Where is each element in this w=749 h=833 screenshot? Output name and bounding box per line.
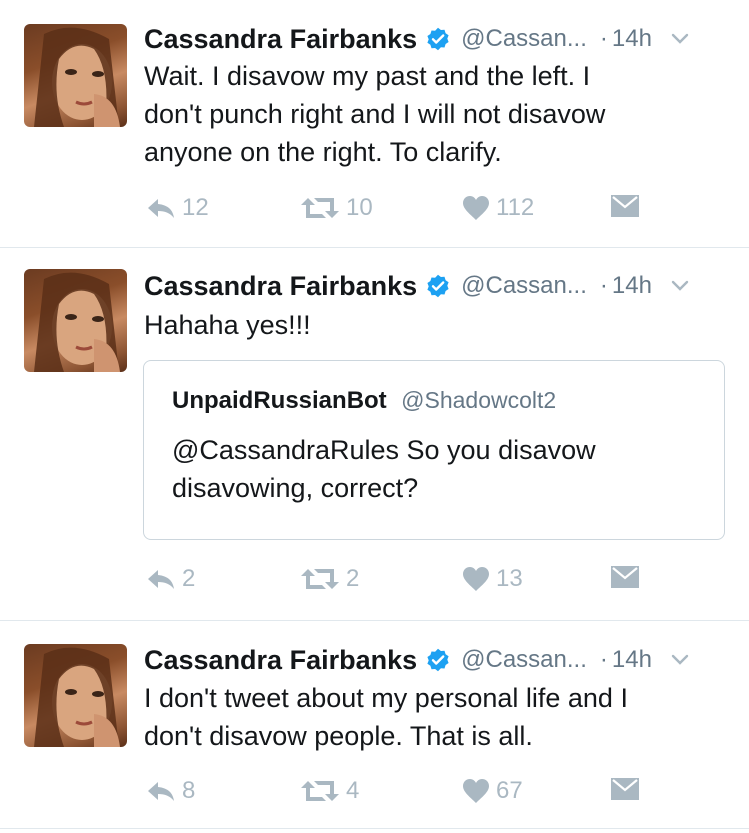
timestamp[interactable]: 14h [612,646,652,674]
dm-button[interactable] [610,777,640,801]
like-button[interactable]: 67 [462,777,523,805]
retweet-icon [301,569,339,589]
reply-count: 12 [182,194,209,221]
like-button[interactable]: 13 [462,565,523,593]
tweet[interactable]: Cassandra Fairbanks @Cassan... · 14h Wai… [0,0,749,248]
retweet-icon [301,198,339,218]
separator-dot: · [599,646,608,673]
chevron-down-icon[interactable] [671,33,689,45]
like-count: 67 [496,777,523,804]
reply-count: 2 [182,565,196,592]
quoted-text-line: disavowing, correct? [172,473,419,503]
tweet-actions: 2 2 13 [146,565,666,595]
tweet-header: Cassandra Fairbanks @Cassan... · 14h [144,22,729,56]
chevron-down-icon[interactable] [671,654,689,666]
author-handle[interactable]: @Cassan... [461,25,587,53]
quoted-tweet-header: UnpaidRussianBot @Shadowcolt2 [172,387,556,415]
retweet-count: 2 [346,565,360,592]
verified-badge-icon [427,648,449,672]
verified-badge-icon [427,274,449,298]
separator-dot: · [599,272,608,299]
author-handle[interactable]: @Cassan... [461,272,587,300]
timestamp[interactable]: 14h [612,272,652,300]
reply-count: 8 [182,777,196,804]
quoted-text-line: @CassandraRules So you disavow [172,435,596,465]
tweet-text-line: Hahaha yes!!! [144,310,311,340]
envelope-icon [611,778,639,800]
tweet-text: Hahaha yes!!! [144,306,729,344]
author-name[interactable]: Cassandra Fairbanks [144,271,417,302]
envelope-icon [611,566,639,588]
reply-button[interactable]: 12 [146,194,209,222]
reply-button[interactable]: 2 [146,565,195,593]
avatar[interactable] [24,24,127,127]
tweet-text: I don't tweet about my personal life and… [144,679,729,755]
reply-icon [148,570,174,589]
retweet-icon [301,781,339,801]
verified-badge-icon [427,27,449,51]
retweet-button[interactable]: 4 [300,777,359,805]
quoted-tweet-text: @CassandraRules So you disavow disavowin… [172,431,692,507]
tweet-text: Wait. I disavow my past and the left. I … [144,57,729,171]
dm-button[interactable] [610,194,640,218]
tweet-text-line: anyone on the right. To clarify. [144,137,502,167]
quoted-author-name: UnpaidRussianBot [172,387,387,414]
retweet-count: 4 [346,777,360,804]
tweet-actions: 12 10 112 [146,194,666,224]
tweet-header: Cassandra Fairbanks @Cassan... · 14h [144,269,729,303]
quoted-author-handle: @Shadowcolt2 [401,387,557,413]
envelope-icon [611,195,639,217]
tweet-text-line: Wait. I disavow my past and the left. I [144,61,591,91]
avatar[interactable] [24,644,127,747]
author-name[interactable]: Cassandra Fairbanks [144,24,417,55]
reply-icon [148,782,174,801]
heart-icon [463,779,489,803]
tweet-text-line: don't disavow people. That is all. [144,721,533,751]
chevron-down-icon[interactable] [671,280,689,292]
tweet-header: Cassandra Fairbanks @Cassan... · 14h [144,643,729,677]
tweet[interactable]: Cassandra Fairbanks @Cassan... · 14h I d… [0,621,749,829]
author-handle[interactable]: @Cassan... [461,646,587,674]
retweet-button[interactable]: 2 [300,565,359,593]
reply-button[interactable]: 8 [146,777,195,805]
author-name[interactable]: Cassandra Fairbanks [144,645,417,676]
heart-icon [463,196,489,220]
dm-button[interactable] [610,565,640,589]
quoted-tweet[interactable]: UnpaidRussianBot @Shadowcolt2 @Cassandra… [143,360,725,540]
like-count: 112 [496,194,535,221]
reply-icon [148,199,174,218]
heart-icon [463,567,489,591]
timestamp[interactable]: 14h [612,25,652,53]
tweet-actions: 8 4 67 [146,777,666,807]
like-button[interactable]: 112 [462,194,534,222]
separator-dot: · [599,25,608,52]
retweet-button[interactable]: 10 [300,194,373,222]
retweet-count: 10 [346,194,373,221]
like-count: 13 [496,565,523,592]
avatar[interactable] [24,269,127,372]
tweet-text-line: I don't tweet about my personal life and… [144,683,628,713]
tweet-text-line: don't punch right and I will not disavow [144,99,606,129]
tweet[interactable]: Cassandra Fairbanks @Cassan... · 14h Hah… [0,248,749,621]
